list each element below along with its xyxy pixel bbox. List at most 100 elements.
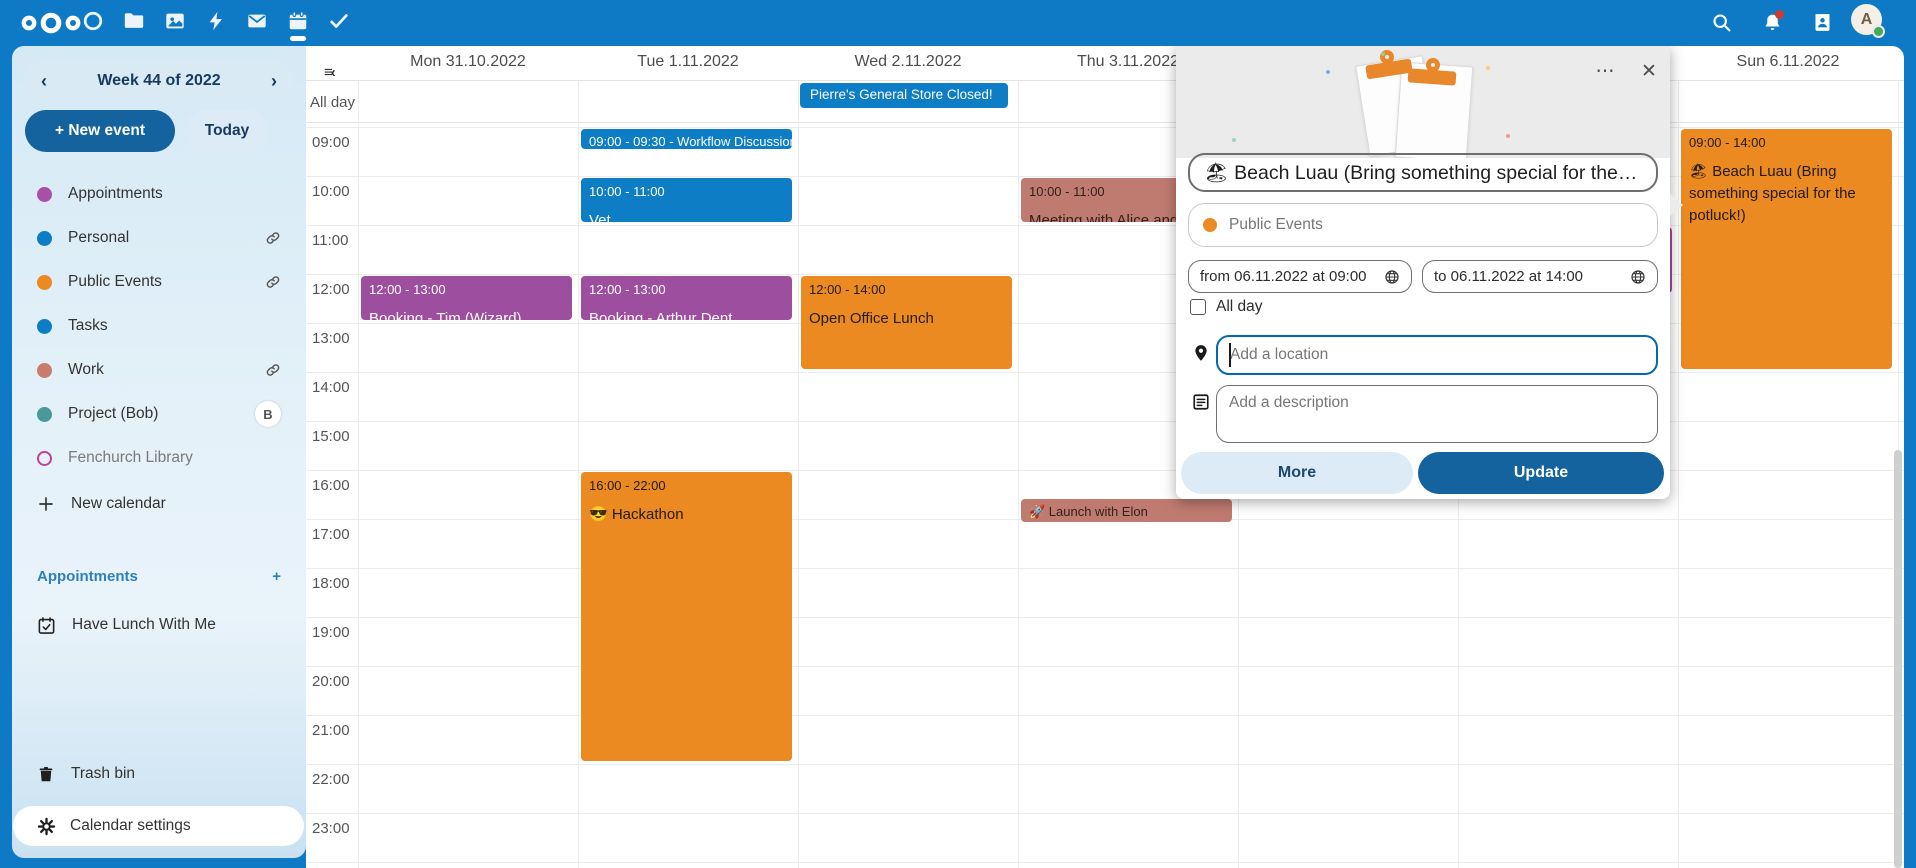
sidebar-calendar-item[interactable]: Tasks	[25, 304, 293, 348]
event-time: 12:00 - 13:00	[589, 282, 784, 297]
description-icon	[1192, 392, 1210, 412]
new-event-button[interactable]: + New event	[25, 110, 175, 152]
time-label: 13:00	[312, 330, 350, 347]
new-calendar-label: New calendar	[71, 495, 166, 513]
description-input[interactable]	[1216, 385, 1658, 443]
shared-link-icon[interactable]	[265, 230, 281, 246]
sidebar-calendar-item[interactable]: Project (Bob)B	[25, 392, 293, 436]
sidebar-calendar-item[interactable]: Personal	[25, 216, 293, 260]
previous-week-button[interactable]: ‹	[41, 72, 47, 90]
notifications-bell-icon[interactable]	[1758, 8, 1786, 36]
mail-icon[interactable]	[244, 8, 270, 34]
files-icon[interactable]	[121, 8, 147, 34]
sidebar-calendar-item[interactable]: Fenchurch Library	[25, 436, 293, 480]
sidebar-calendar-item[interactable]: Appointments	[25, 172, 293, 216]
view-columns-icon[interactable]	[287, 121, 293, 141]
time-label: 11:00	[312, 232, 348, 249]
event-title: 😎 Hackathon	[589, 504, 784, 526]
popup-arrow	[1670, 194, 1683, 216]
end-datetime-field[interactable]: to 06.11.2022 at 14:00	[1422, 260, 1658, 293]
trash-bin-button[interactable]: Trash bin	[25, 752, 293, 796]
allday-checkbox-label: All day	[1216, 298, 1263, 316]
calendar-dot-icon	[37, 275, 52, 290]
event-title-input[interactable]: 🏖 Beach Luau (Bring something special fo…	[1188, 153, 1658, 192]
more-button[interactable]: More	[1181, 452, 1413, 494]
day-header[interactable]: Tue 1.11.2022	[578, 53, 798, 77]
calendar-event[interactable]: 09:00 - 09:30 - Workflow Discussion	[581, 129, 792, 149]
event-time: 12:00 - 14:00	[809, 282, 1004, 297]
appointments-section-header: Appointments +	[25, 568, 293, 585]
calendar-event[interactable]: 12:00 - 13:00Booking - Tim (Wizard)	[361, 276, 572, 320]
search-icon[interactable]	[1707, 8, 1735, 36]
calendar-event[interactable]: 🚀 Launch with Elon	[1021, 499, 1232, 522]
calendar-icon[interactable]	[285, 8, 311, 34]
week-selector: ‹ Week 44 of 2022 ›	[25, 61, 293, 100]
event-time: 10:00 - 11:00	[589, 184, 784, 199]
shared-link-icon[interactable]	[265, 362, 281, 378]
calendar-name: Fenchurch Library	[68, 449, 193, 467]
appointment-item[interactable]: Have Lunch With Me	[25, 605, 293, 645]
calendar-share-badge: B	[255, 401, 281, 427]
calendar-dot-icon	[37, 407, 52, 422]
allday-event[interactable]: Pierre's General Store Closed!	[800, 83, 1008, 108]
event-title: Booking - Arthur Dent	[589, 308, 784, 320]
today-button[interactable]: Today	[185, 110, 269, 152]
calendar-event[interactable]: 12:00 - 14:00 Open Office Lunch	[801, 276, 1012, 369]
calendar-dot-icon	[37, 319, 52, 334]
sidebar-calendar-item[interactable]: Work	[25, 348, 293, 392]
new-calendar-button[interactable]: New calendar	[25, 484, 293, 524]
activity-icon[interactable]	[203, 8, 229, 34]
calendar-item-extras	[265, 230, 281, 246]
sidebar-calendar-item[interactable]: Public Events	[25, 260, 293, 304]
time-label: 12:00	[312, 281, 350, 298]
gear-icon	[37, 817, 56, 836]
calendar-event[interactable]: 09:00 - 14:00🏖 Beach Luau (Bring somethi…	[1681, 129, 1892, 369]
next-week-button[interactable]: ›	[271, 72, 277, 90]
sidebar: ‹ Week 44 of 2022 › + New event Today Ap…	[12, 46, 306, 858]
allday-checkbox[interactable]	[1190, 299, 1206, 315]
calendar-dot-icon	[37, 363, 52, 378]
trash-bin-label: Trash bin	[71, 765, 135, 783]
calendar-check-icon	[37, 616, 56, 635]
time-label: 10:00	[312, 183, 350, 200]
trash-icon	[37, 765, 55, 784]
nextcloud-logo-icon[interactable]	[18, 10, 84, 41]
calendar-settings-button[interactable]: Calendar settings	[13, 806, 304, 846]
hour-line	[306, 568, 1904, 569]
location-input[interactable]	[1216, 335, 1658, 375]
timezone-globe-icon[interactable]	[1384, 269, 1400, 285]
contacts-icon[interactable]	[1808, 8, 1836, 36]
time-label: 09:00	[312, 134, 350, 151]
calendar-name: Public Events	[68, 273, 162, 291]
shared-link-icon[interactable]	[265, 274, 281, 290]
calendar-event[interactable]: 10:00 - 11:00 Vet	[581, 178, 792, 222]
event-title: Booking - Tim (Wizard)	[369, 308, 564, 320]
popup-close-icon[interactable]: ✕	[1634, 56, 1664, 86]
dashboard-icon[interactable]	[80, 8, 106, 34]
tasks-icon[interactable]	[326, 8, 352, 34]
toolbar-row: + New event Today	[25, 110, 293, 152]
time-label: 18:00	[312, 575, 350, 592]
location-pin-icon	[1192, 342, 1210, 364]
photos-icon[interactable]	[162, 8, 188, 34]
calendar-dot-icon	[37, 187, 52, 202]
event-title: Open Office Lunch	[809, 308, 1004, 330]
event-time: 16:00 - 22:00	[589, 478, 784, 493]
start-datetime-field[interactable]: from 06.11.2022 at 09:00	[1188, 260, 1412, 293]
calendar-select[interactable]: Public Events	[1188, 203, 1658, 247]
popup-more-actions-icon[interactable]: ⋯	[1590, 56, 1620, 86]
timezone-globe-icon[interactable]	[1630, 269, 1646, 285]
add-appointment-button[interactable]: +	[272, 569, 281, 584]
time-label: 19:00	[312, 624, 350, 641]
event-title: Vet	[589, 210, 784, 222]
day-header[interactable]: Mon 31.10.2022	[358, 53, 578, 77]
day-header[interactable]: Sun 6.11.2022	[1678, 53, 1898, 77]
allday-checkbox-row[interactable]: All day	[1190, 298, 1263, 316]
calendar-color-dot	[1203, 218, 1217, 232]
calendar-event[interactable]: 16:00 - 22:00 😎 Hackathon	[581, 472, 792, 761]
update-button[interactable]: Update	[1418, 452, 1664, 494]
column-separator	[578, 80, 579, 868]
calendar-event[interactable]: 12:00 - 13:00 Booking - Arthur Dent	[581, 276, 792, 320]
vertical-scrollbar[interactable]	[1894, 450, 1902, 868]
day-header[interactable]: Wed 2.11.2022	[798, 53, 1018, 77]
